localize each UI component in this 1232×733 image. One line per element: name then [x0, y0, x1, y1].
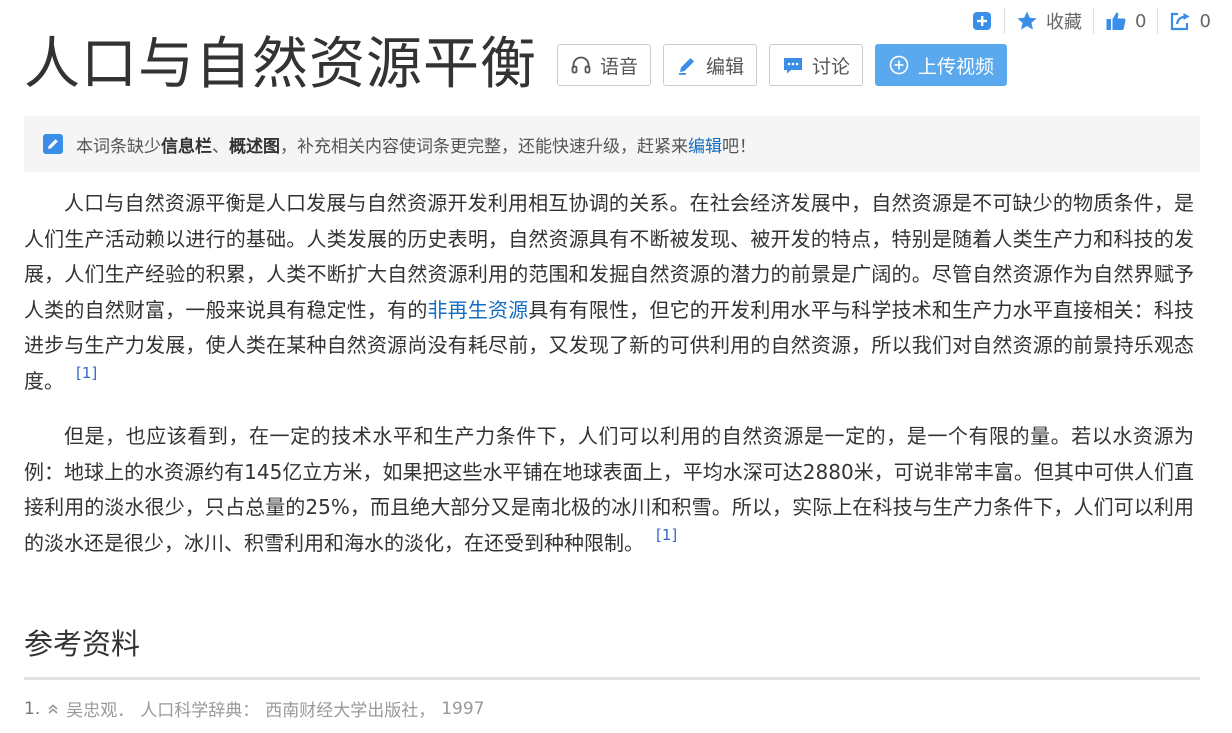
edit-button[interactable]: 编辑 — [663, 44, 758, 86]
reference-number: 1. — [24, 698, 41, 719]
plus-circle-icon — [889, 55, 909, 75]
notice-middle: ，补充相关内容使词条更完整，还能快速升级，赶紧来 — [280, 136, 688, 157]
headphones-icon — [571, 56, 591, 74]
references-heading: 参考资料 — [24, 622, 1200, 680]
edit-label: 编辑 — [706, 55, 745, 78]
upload-video-label: 上传视频 — [918, 55, 995, 78]
pencil-icon — [679, 58, 695, 75]
title-actions: 语音 编辑 讨论 上传视频 — [557, 44, 1008, 86]
paragraph-2-text: 但是，也应该看到，在一定的技术水平和生产力条件下，人们可以利用的自然资源是一定的… — [24, 424, 1194, 555]
add-icon — [973, 12, 991, 30]
non-renewable-resources-link[interactable]: 非再生资源 — [428, 298, 529, 322]
notice-separator: 、 — [212, 136, 229, 157]
missing-info-notice: 本词条缺少 信息栏、概述图 ，补充相关内容使词条更完整，还能快速升级，赶紧来 编辑 吧！ — [24, 116, 1200, 172]
share-icon — [1171, 12, 1190, 31]
caret-up-icon[interactable] — [46, 702, 60, 716]
like-button[interactable]: 0 — [1093, 8, 1157, 34]
article-content: 人口与自然资源平衡是人口发展与自然资源开发利用相互协调的关系。在社会经济发展中，… — [24, 186, 1194, 581]
citation-link[interactable]: [1] — [76, 364, 97, 382]
reference-year: 1997 — [441, 698, 485, 719]
notice-edit-link[interactable]: 编辑 — [688, 132, 722, 157]
reference-title: 人口科学辞典： — [140, 701, 260, 721]
thumbs-up-icon — [1106, 12, 1126, 30]
favorite-label: 收藏 — [1046, 12, 1082, 33]
edit-notice-icon — [43, 134, 63, 154]
notice-missing-overview-image: 概述图 — [229, 136, 280, 157]
title-row: 人口与自然资源平衡 语音 编辑 讨论 上传视频 — [24, 30, 1008, 100]
reference-item: 1. 吴忠观． 人口科学辞典： 西南财经大学出版社， 1997 — [24, 696, 485, 722]
discuss-label: 讨论 — [812, 55, 851, 78]
upload-video-button[interactable]: 上传视频 — [875, 44, 1008, 86]
share-button[interactable]: 0 — [1157, 8, 1221, 34]
discuss-button[interactable]: 讨论 — [769, 44, 864, 86]
voice-label: 语音 — [600, 55, 639, 78]
paragraph-2: 但是，也应该看到，在一定的技术水平和生产力条件下，人们可以利用的自然资源是一定的… — [24, 419, 1194, 561]
share-count: 0 — [1199, 10, 1211, 32]
voice-button[interactable]: 语音 — [557, 44, 652, 86]
reference-publisher: 西南财经大学出版社， — [265, 701, 436, 721]
star-icon — [1017, 11, 1037, 30]
paragraph-1: 人口与自然资源平衡是人口发展与自然资源开发利用相互协调的关系。在社会经济发展中，… — [24, 186, 1194, 399]
page-title: 人口与自然资源平衡 — [24, 32, 537, 97]
citation-link[interactable]: [1] — [656, 526, 677, 544]
notice-prefix: 本词条缺少 — [76, 136, 161, 157]
notice-missing-infobox: 信息栏 — [161, 136, 212, 157]
references-title: 参考资料 — [24, 627, 141, 661]
chat-icon — [784, 58, 803, 74]
reference-author: 吴忠观． — [66, 701, 135, 721]
notice-suffix: 吧！ — [722, 136, 756, 157]
favorite-button[interactable]: 收藏 — [1004, 8, 1093, 34]
like-count: 0 — [1135, 10, 1147, 32]
